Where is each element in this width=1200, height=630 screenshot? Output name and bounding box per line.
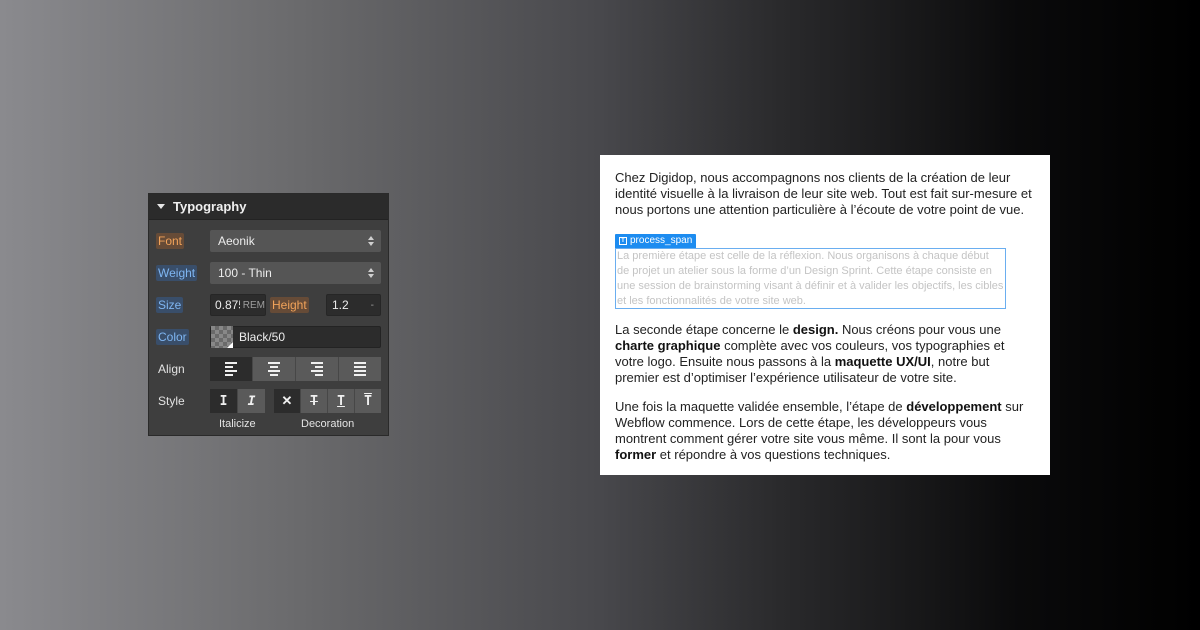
document-preview: Chez Digidop, nous accompagnons nos clie… xyxy=(600,155,1050,475)
text: et répondre à vos questions techniques. xyxy=(656,447,891,462)
overline-button[interactable]: T xyxy=(355,389,381,413)
bold-text: développement xyxy=(906,399,1002,414)
height-value: 1.2 xyxy=(332,298,349,312)
strikethrough-icon: T xyxy=(310,393,318,409)
size-label: Size xyxy=(156,297,184,313)
align-buttons xyxy=(210,357,381,381)
align-center-icon xyxy=(268,362,280,376)
font-value: Aeonik xyxy=(218,234,255,248)
align-left-button[interactable] xyxy=(210,357,253,381)
selected-span-text: La première étape est celle de la réflex… xyxy=(617,250,1004,307)
color-row: Color Black/50 xyxy=(149,325,388,349)
weight-select[interactable]: 100 - Thin xyxy=(210,262,381,284)
font-label: Font xyxy=(156,233,185,249)
underline-button[interactable]: T xyxy=(328,389,355,413)
align-right-icon xyxy=(311,362,323,376)
up-down-arrows-icon xyxy=(368,236,374,246)
color-value: Black/50 xyxy=(239,330,286,344)
size-unit[interactable]: REM xyxy=(243,300,265,311)
decoration-label: Decoration xyxy=(301,418,355,430)
color-swatch[interactable] xyxy=(211,326,233,348)
close-icon: ✕ xyxy=(281,393,293,408)
intro-paragraph: Chez Digidop, nous accompagnons nos clie… xyxy=(615,170,1032,217)
bold-text: maquette UX/UI xyxy=(834,354,931,369)
decoration-buttons: ✕ T T T xyxy=(274,389,381,413)
weight-label: Weight xyxy=(156,265,198,281)
color-label: Color xyxy=(156,329,189,345)
decoration-none-button[interactable]: ✕ xyxy=(274,389,301,413)
weight-value: 100 - Thin xyxy=(218,266,272,280)
align-center-button[interactable] xyxy=(253,357,296,381)
selection-tag[interactable]: T process_span xyxy=(615,234,697,248)
align-justify-button[interactable] xyxy=(339,357,381,381)
align-justify-icon xyxy=(354,362,366,376)
align-left-icon xyxy=(225,362,237,376)
style-row: Style I I ✕ T T T xyxy=(149,389,388,413)
text-element-icon: T xyxy=(619,237,627,245)
underline-icon: T xyxy=(337,393,345,409)
typography-section-header[interactable]: Typography xyxy=(149,194,388,220)
regular-text-icon: I xyxy=(219,393,228,409)
caret-down-icon[interactable] xyxy=(157,204,165,209)
italic-buttons: I I xyxy=(210,389,265,413)
selected-span[interactable]: La première étape est celle de la réflex… xyxy=(615,248,1006,309)
color-picker[interactable]: Black/50 xyxy=(210,326,381,348)
italic-button[interactable]: I xyxy=(238,389,265,413)
font-select[interactable]: Aeonik xyxy=(210,230,381,252)
design-paragraph: La seconde étape concerne le design. Nou… xyxy=(615,322,1035,386)
align-right-button[interactable] xyxy=(296,357,339,381)
text: Nous créons pour vous une xyxy=(838,322,1001,337)
selection-tag-label: process_span xyxy=(630,235,693,246)
panel-title: Typography xyxy=(173,199,247,214)
align-row: Align xyxy=(149,357,388,381)
italic-text-icon: I xyxy=(247,393,256,409)
line-height-input[interactable]: 1.2 - xyxy=(326,294,381,316)
size-value: 0.875 xyxy=(215,298,240,312)
regular-button[interactable]: I xyxy=(210,389,238,413)
development-paragraph: Une fois la maquette validée ensemble, l… xyxy=(615,399,1035,463)
style-label: Style xyxy=(158,394,185,408)
overline-icon: T xyxy=(364,393,372,409)
typography-panel: Typography Font Aeonik Weight 100 - Thin… xyxy=(148,193,389,436)
text: Une fois la maquette validée ensemble, l… xyxy=(615,399,907,414)
strikethrough-button[interactable]: T xyxy=(301,389,328,413)
up-down-arrows-icon xyxy=(368,268,374,278)
height-unit[interactable]: - xyxy=(371,300,374,311)
text: La seconde étape concerne le xyxy=(615,322,793,337)
bold-text: design. xyxy=(792,322,839,337)
weight-row: Weight 100 - Thin xyxy=(149,261,388,285)
align-label: Align xyxy=(158,362,185,376)
bold-text: former xyxy=(615,447,657,462)
font-row: Font Aeonik xyxy=(149,229,388,253)
size-height-row: Size 0.875 REM Height 1.2 - xyxy=(149,293,388,317)
bold-text: charte graphique xyxy=(615,338,721,353)
height-label: Height xyxy=(270,297,309,313)
size-input[interactable]: 0.875 REM xyxy=(210,294,266,316)
italicize-label: Italicize xyxy=(219,418,256,430)
